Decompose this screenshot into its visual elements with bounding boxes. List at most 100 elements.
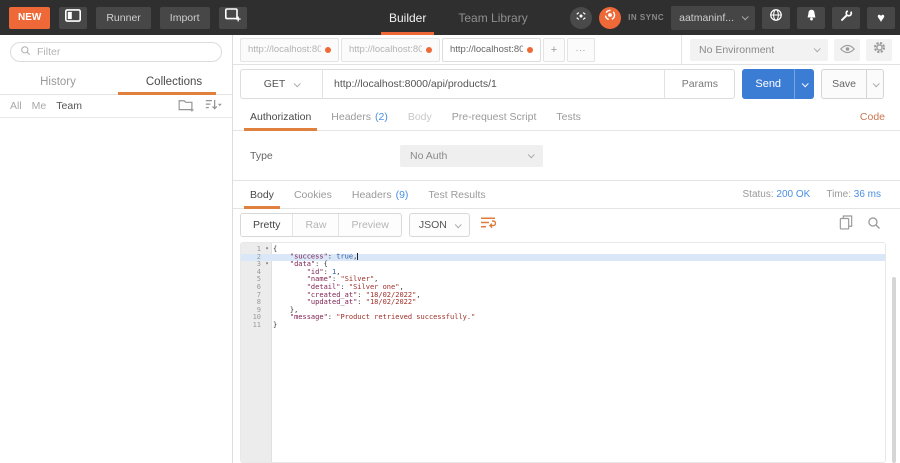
response-headers-count-badge: (9) [396,189,409,201]
new-window-button[interactable] [219,7,247,29]
authorization-section: Type No Auth [233,131,900,180]
capture-button[interactable] [570,7,592,29]
chevron-down-icon [814,45,821,52]
tab-response-headers[interactable]: Headers (9) [342,181,419,208]
unsaved-dot-icon [527,47,533,53]
response-tabs: Body Cookies Headers (9) Test Results St… [233,181,900,209]
auth-type-value: No Auth [410,150,447,162]
chevron-down-icon [454,221,461,228]
notifications-button[interactable] [797,7,825,29]
environment-select[interactable]: No Environment [690,39,828,61]
format-label: JSON [419,219,447,231]
response-headers-label: Headers [352,189,392,201]
sort-button[interactable] [205,98,222,114]
request-tab-label: http://localhost:8000/ [450,44,523,55]
tab-authorization[interactable]: Authorization [240,103,321,130]
scope-me[interactable]: Me [32,100,47,112]
settings-tools-button[interactable] [832,7,860,29]
request-editor-tabs: Authorization Headers (2) Body Pre-reque… [233,103,900,131]
code-link[interactable]: Code [860,111,893,123]
code-line: 11} [241,322,885,330]
tab-tests[interactable]: Tests [546,103,591,130]
params-button[interactable]: Params [664,70,734,98]
save-button[interactable]: Save [822,70,866,98]
send-split-button: Send [742,69,814,99]
copy-button[interactable] [839,215,853,235]
sidebar-toggle-button[interactable] [59,7,87,29]
url-input[interactable] [323,70,664,98]
chevron-down-icon [742,13,749,20]
tab-history[interactable]: History [0,69,116,94]
scope-all[interactable]: All [10,100,22,112]
save-split-button: Save [821,69,884,99]
tab-cookies[interactable]: Cookies [284,181,342,208]
headers-count-badge: (2) [375,111,388,123]
environment-preview-button[interactable] [834,39,860,61]
code-line: 2 "success": true, [241,254,885,262]
postman-app: NEW Runner Import Builder Team Library [0,0,900,463]
scope-icons [178,98,222,115]
request-tab-active[interactable]: http://localhost:8000/ [442,38,541,62]
new-window-icon [225,8,241,27]
tab-response-body[interactable]: Body [240,181,284,208]
tab-headers[interactable]: Headers (2) [321,103,398,130]
view-raw-button[interactable]: Raw [292,214,338,236]
scope-team[interactable]: Team [56,100,82,112]
tab-pre-request-script[interactable]: Pre-request Script [442,103,547,130]
response-body-editor[interactable]: 1▾{2 "success": true,3▾ "data": {4 "id":… [240,242,886,463]
collection-scope-row: All Me Team [0,95,232,118]
auth-type-select[interactable]: No Auth [400,145,543,167]
request-tab-strip: http://localhost:8000/ http://localhost:… [233,35,900,65]
send-options-button[interactable] [794,69,814,99]
new-button[interactable]: NEW [9,7,50,29]
tab-team-library[interactable]: Team Library [454,0,531,35]
import-button[interactable]: Import [160,7,210,29]
send-button[interactable]: Send [742,69,794,99]
request-tab-label: http://localhost:8000/ [349,44,422,55]
view-mode-group: Pretty Raw Preview [240,213,402,237]
wrap-lines-button[interactable] [477,214,499,236]
request-tab[interactable]: http://localhost:8000/ [240,38,339,62]
tab-body[interactable]: Body [398,103,442,130]
save-options-button[interactable] [866,70,883,98]
tab-test-results[interactable]: Test Results [418,181,495,208]
capture-icon [575,9,587,27]
user-menu[interactable]: aatmaninf... [671,6,755,30]
search-icon [20,43,31,61]
filter-wrap [0,35,232,69]
unsaved-dot-icon [426,47,432,53]
filter-input[interactable] [37,46,212,58]
request-tab[interactable]: http://localhost:8000/ [341,38,440,62]
wrap-text-icon [480,216,496,234]
favorites-button[interactable]: ♥ [867,7,895,29]
response-section: Body Cookies Headers (9) Test Results St… [233,180,900,463]
tab-headers-label: Headers [331,111,371,123]
tab-collections[interactable]: Collections [116,69,232,94]
add-tab-button[interactable]: + [543,38,565,62]
chevron-down-icon [528,151,535,158]
settings-button[interactable] [866,39,892,61]
more-tabs-button[interactable]: ... [567,38,595,62]
view-preview-button[interactable]: Preview [338,214,400,236]
tab-builder[interactable]: Builder [385,0,430,35]
topbar-right-group: IN SYNC aatmaninf... ♥ [570,0,895,35]
topbar-left-group: NEW Runner Import [0,7,247,29]
method-select[interactable]: GET [241,70,323,98]
sync-status-label: IN SYNC [628,13,664,22]
globe-icon [769,8,783,27]
search-response-button[interactable] [867,216,881,235]
collections-empty-area [0,118,232,463]
explore-button[interactable] [762,7,790,29]
sync-button[interactable] [599,7,621,29]
status-value: 200 OK [776,189,810,200]
main-panel: http://localhost:8000/ http://localhost:… [233,35,900,463]
vertical-scrollbar[interactable] [892,277,896,463]
view-pretty-button[interactable]: Pretty [241,214,292,236]
format-select[interactable]: JSON [409,213,470,237]
topbar: NEW Runner Import Builder Team Library [0,0,900,35]
time-label: Time: [826,189,851,200]
auth-type-label: Type [250,150,400,162]
runner-button[interactable]: Runner [96,7,150,29]
new-folder-button[interactable] [178,98,195,115]
sidebar-tabs: History Collections [0,69,232,95]
